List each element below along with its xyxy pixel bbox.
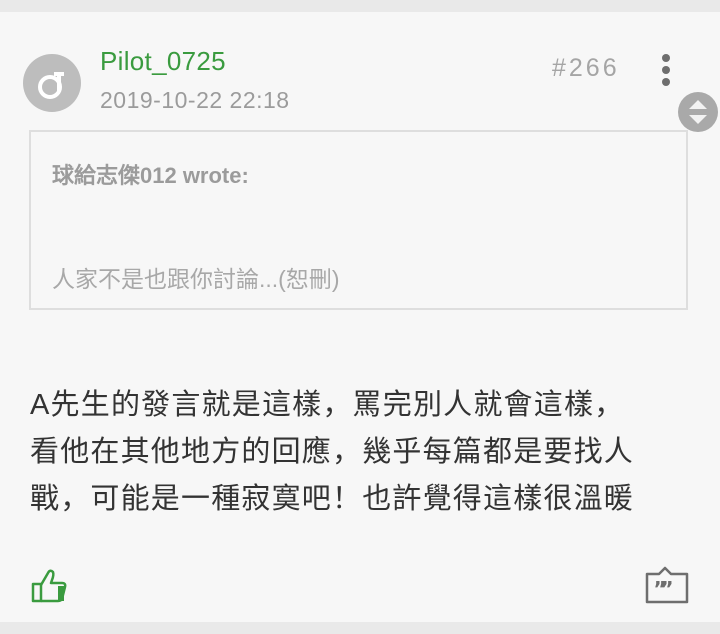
post-body-line: 戰，可能是一種寂寞吧！也許覺得這樣很溫暖 — [30, 483, 635, 515]
quote-reply-button[interactable]: ” ” — [645, 566, 689, 604]
default-avatar-icon — [38, 72, 64, 99]
post-timestamp: 2019-10-22 22:18 — [100, 87, 290, 113]
quote-author: 球給志傑012 wrote: — [52, 163, 249, 188]
more-vertical-icon[interactable] — [656, 54, 676, 86]
like-button[interactable] — [30, 568, 70, 604]
scroll-up-down-icon[interactable] — [678, 92, 718, 132]
post-body: A先生的發言就是這樣，罵完別人就會這樣， 看他在其他地方的回應，幾乎每篇都是要找… — [30, 382, 695, 523]
post-body-line: A先生的發言就是這樣，罵完別人就會這樣， — [30, 389, 625, 421]
post-card: Pilot_0725 2019-10-22 22:18 #266 球給志傑012… — [0, 12, 720, 622]
post-body-line: 看他在其他地方的回應，幾乎每篇都是要找人 — [30, 436, 635, 468]
quoted-post: 球給志傑012 wrote: 人家不是也跟你討論...(恕刪) — [29, 130, 688, 310]
quote-reply-icon: ” ” — [645, 566, 689, 604]
svg-text:”: ” — [653, 577, 666, 601]
thumbs-up-icon — [31, 569, 67, 603]
floor-number: #266 — [552, 54, 620, 82]
avatar[interactable] — [23, 54, 81, 112]
quote-text: 人家不是也跟你討論...(恕刪) — [52, 266, 340, 292]
author-username[interactable]: Pilot_0725 — [100, 46, 226, 77]
